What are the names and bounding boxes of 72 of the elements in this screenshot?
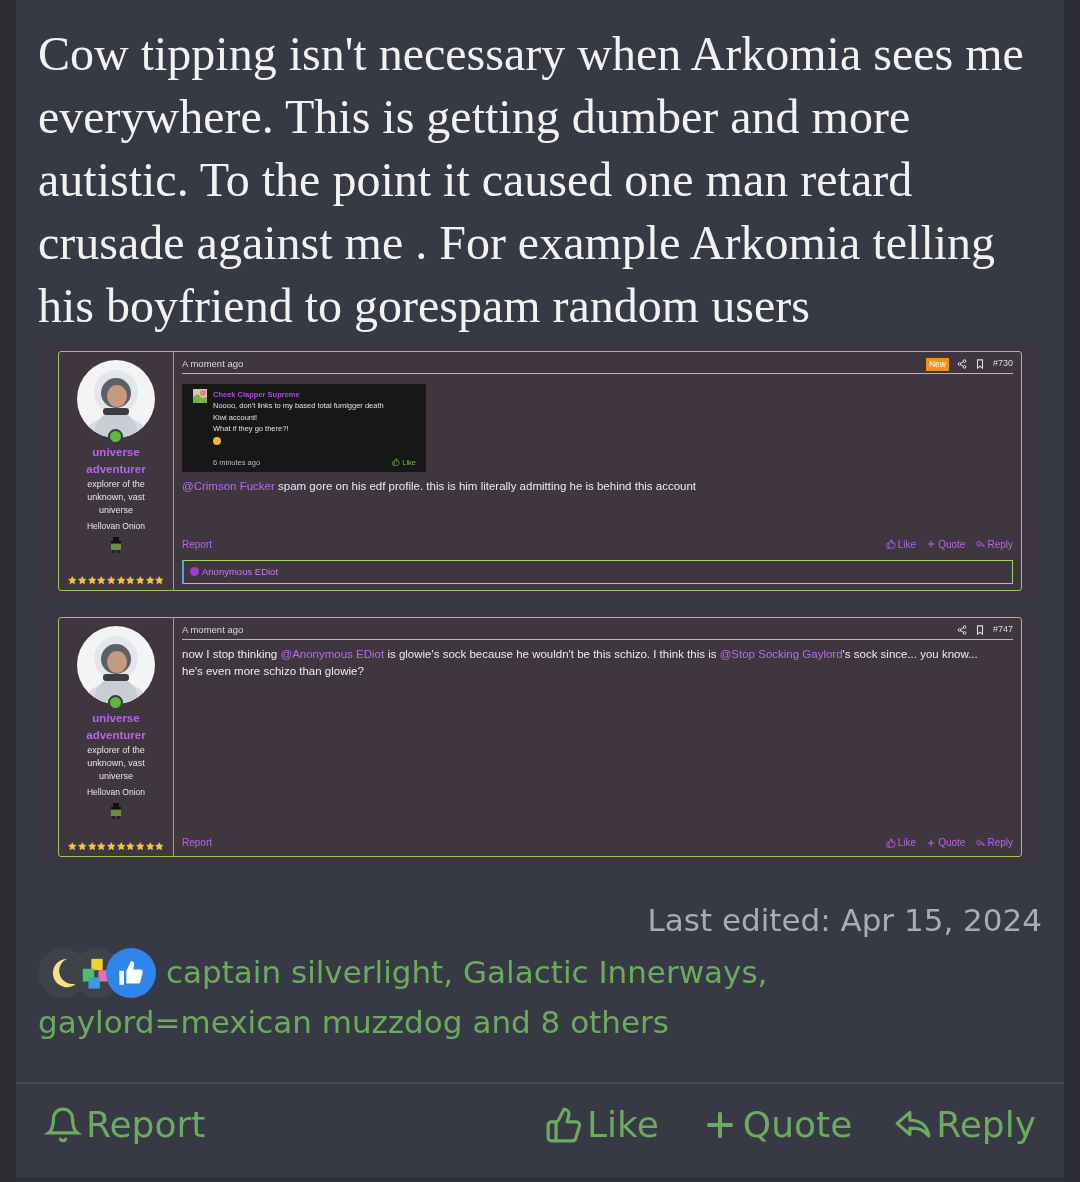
star-icon [155, 841, 164, 850]
star-icon [77, 841, 87, 850]
reply-icon [975, 539, 986, 550]
star-icon [126, 841, 135, 850]
report-button[interactable]: Report [44, 1098, 206, 1152]
star-icon [68, 841, 77, 850]
post-body: @Crimson Fucker spam gore on his edf profile. this is him literally admitting he is behind this account [182, 479, 698, 494]
share-icon[interactable] [956, 625, 967, 636]
bell-icon [44, 1106, 82, 1144]
new-badge: New [925, 357, 949, 371]
like-reaction-icon [106, 947, 156, 998]
quote-link[interactable]: Quote [926, 835, 966, 850]
star-icon [116, 575, 126, 584]
avatar-icon [193, 389, 207, 404]
plus-icon [926, 837, 937, 848]
like-button[interactable]: Like [545, 1098, 659, 1152]
reply-button[interactable]: Reply [894, 1098, 1036, 1152]
user-title: explorer of the unknown, vast universe [86, 478, 146, 517]
user-rank-text: Hellovan Onion [86, 520, 146, 533]
mention-link[interactable]: @Stop Socking Gaylord [719, 648, 843, 661]
star-icon [135, 841, 145, 850]
username[interactable]: universe adventurer [59, 710, 173, 744]
star-icon [97, 575, 106, 584]
star-icon [87, 575, 97, 584]
post-text: Cow tipping isn't necessary when Arkomia sees me everywhere. This is getting dumber and more autistic. To the point it caused one man retard crusade against me . For example Arkomia telling his boyfriend to gorespam random users [37, 26, 1025, 334]
star-icon [116, 841, 126, 850]
user-title: explorer of the unknown, vast universe [86, 744, 146, 783]
star-icon [106, 575, 116, 584]
star-icon [77, 575, 87, 584]
last-edited: Last edited: Apr 15, 2024 [647, 901, 1042, 940]
star-icon [126, 575, 135, 584]
like-link[interactable]: Like [885, 536, 917, 552]
thumbs-up-icon [885, 539, 896, 550]
reply-link[interactable]: Reply [975, 835, 1013, 850]
star-icon [97, 841, 106, 850]
quote-link[interactable]: Quote [926, 536, 966, 552]
thumbs-up-icon [545, 1106, 584, 1144]
post-number[interactable]: #747 [992, 623, 1013, 637]
star-icon [87, 841, 97, 850]
report-link[interactable]: Report [182, 835, 212, 850]
star-icon [68, 575, 77, 584]
post-time: A moment ago [182, 357, 244, 371]
mention-link[interactable]: @Anonymous EDiot [280, 648, 385, 661]
reaction-user-link[interactable]: and 8 others [472, 997, 669, 1047]
share-icon[interactable] [956, 359, 967, 370]
thumbs-up-icon [885, 837, 896, 848]
like-link[interactable]: Like [885, 835, 917, 850]
bookmark-icon[interactable] [974, 625, 985, 636]
user-rank-text: Hellovan Onion [86, 786, 146, 799]
post-body: now I stop thinking @Anonymous EDiot is glowie's sock because he wouldn't be this schizo. I think this is @Stop Socking Gaylord's sock since... you know... he's even more schizo than glowie? [182, 647, 979, 680]
report-link[interactable]: Report [182, 536, 212, 552]
username[interactable]: universe adventurer [59, 444, 173, 478]
bookmark-icon[interactable] [974, 359, 985, 370]
reaction-user-link[interactable]: Galactic Innerways, [463, 948, 768, 997]
plus-icon [926, 539, 937, 550]
quote-button[interactable]: Quote [700, 1098, 853, 1152]
signature-text: Anonymous EDiot [202, 564, 279, 579]
thumbs-up-icon [392, 458, 401, 467]
star-icon [135, 575, 145, 584]
mention-link[interactable]: @Crimson Fucker [182, 480, 275, 492]
post-time: A moment ago [182, 623, 244, 637]
reply-link[interactable]: Reply [975, 536, 1013, 552]
reply-icon [975, 837, 986, 848]
reaction-user-link[interactable]: gaylord=mexican muzzdog [38, 997, 463, 1047]
star-icon [145, 841, 155, 850]
character-icon [108, 802, 124, 819]
star-icon [106, 841, 116, 850]
star-icon [145, 575, 155, 584]
star-icon [155, 575, 164, 584]
character-icon [108, 536, 124, 553]
post-number[interactable]: #730 [992, 357, 1013, 371]
reaction-user-link[interactable]: captain silverlight, [166, 948, 454, 997]
